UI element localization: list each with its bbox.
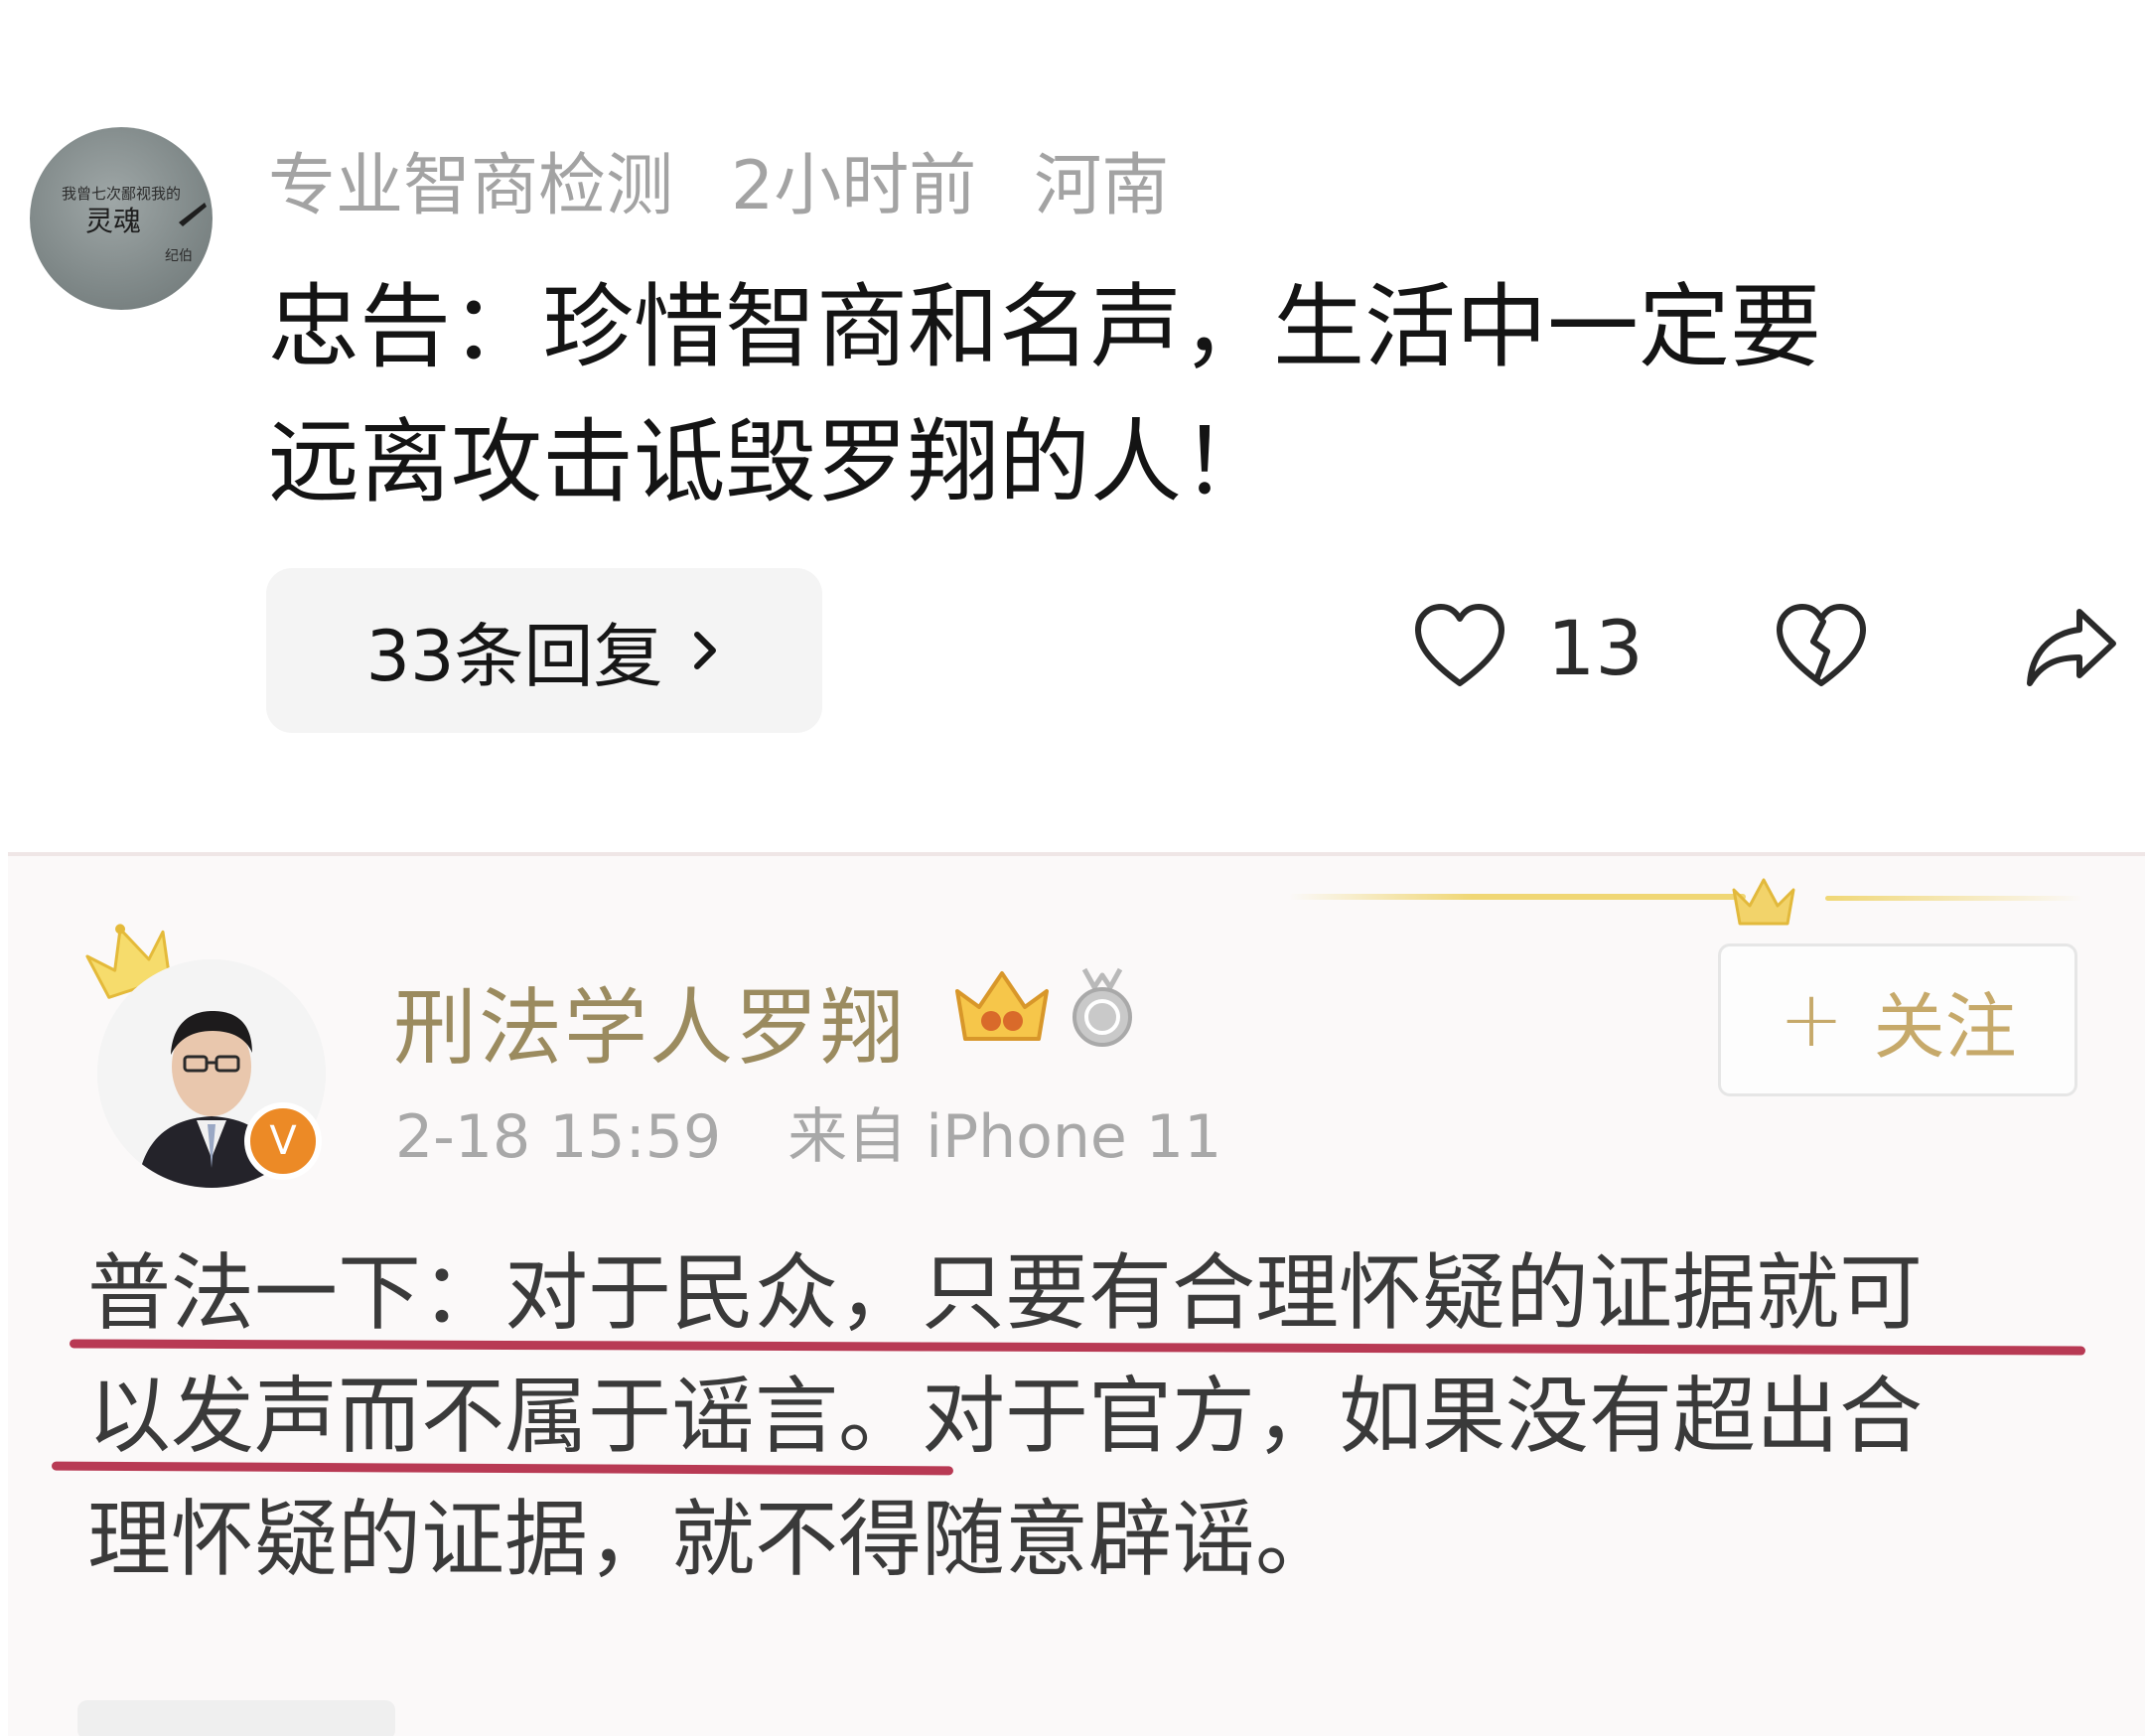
comment-card: 我曾七次鄙视我的 灵魂 纪伯 专业智商检测 2小时前 河南 忠告：珍惜智商和名声… bbox=[0, 0, 2145, 844]
footer-placeholder bbox=[77, 1700, 395, 1736]
verified-badge-icon: V bbox=[244, 1102, 322, 1180]
comment-time: 2小时前 bbox=[731, 146, 977, 225]
post-time: 2-18 15:59 bbox=[395, 1102, 722, 1172]
comment-location: 河南 bbox=[1034, 146, 1170, 225]
avatar-calligraphy-image: 我曾七次鄙视我的 灵魂 纪伯 bbox=[62, 185, 207, 264]
avatar-text-line-3: 纪伯 bbox=[165, 248, 193, 264]
comment-text: 忠告：珍惜智商和名声，生活中一定要 远离攻击诋毁罗翔的人！ bbox=[268, 260, 2085, 530]
commenter-avatar[interactable]: 我曾七次鄙视我的 灵魂 纪伯 bbox=[30, 127, 213, 310]
broken-heart-icon[interactable] bbox=[1772, 598, 1871, 697]
comment-text-line: 忠告：珍惜智商和名声，生活中一定要 bbox=[268, 274, 1822, 380]
decoration-line bbox=[1825, 896, 2083, 901]
like-count: 13 bbox=[1547, 604, 1644, 692]
follow-label: 关注 bbox=[1873, 984, 2017, 1069]
plus-icon: + bbox=[1779, 975, 1844, 1065]
replies-button[interactable]: 33条回复 bbox=[266, 568, 822, 733]
comment-meta: 专业智商检测 2小时前 河南 bbox=[268, 139, 1169, 225]
author-name[interactable]: 刑法学人罗翔 bbox=[393, 961, 906, 1082]
vip-crown-icon bbox=[955, 971, 1049, 1041]
post-source: 来自 iPhone 11 bbox=[787, 1102, 1222, 1172]
comment-text-line: 远离攻击诋毁罗翔的人！ bbox=[268, 409, 1274, 515]
post-text: 普法一下：对于民众，只要有合理怀疑的证据就可 以发声而不属于谣言。对于官方，如果… bbox=[87, 1231, 2093, 1601]
avatar-text-line-1: 我曾七次鄙视我的 bbox=[62, 185, 181, 203]
follow-button[interactable]: + 关注 bbox=[1718, 943, 2077, 1096]
replies-label: 33条回复 bbox=[365, 615, 663, 697]
avatar-text-line-2: 灵魂 bbox=[85, 205, 141, 237]
heart-outline-icon[interactable] bbox=[1410, 598, 1509, 697]
share-arrow-icon[interactable] bbox=[2022, 600, 2121, 695]
chevron-right-icon bbox=[693, 632, 716, 669]
crown-icon bbox=[1732, 878, 1795, 926]
post-text-line: 理怀疑的证据，就不得随意辟谣。 bbox=[87, 1491, 1340, 1588]
divider bbox=[8, 852, 2145, 856]
commenter-username[interactable]: 专业智商检测 bbox=[268, 130, 673, 228]
post-text-line: 普法一下：对于民众，只要有合理怀疑的证据就可 bbox=[87, 1244, 1924, 1342]
embedded-post-screenshot: V 刑法学人罗翔 + 关注 2-18 15:59 来自 iPhone 11 普法… bbox=[8, 852, 2145, 1736]
post-text-line: 以发声而不属于谣言。对于官方，如果没有超出合 bbox=[87, 1368, 1924, 1465]
medal-icon bbox=[1072, 967, 1132, 1047]
post-meta: 2-18 15:59 来自 iPhone 11 bbox=[395, 1088, 1269, 1175]
decoration-line bbox=[1289, 894, 1746, 900]
